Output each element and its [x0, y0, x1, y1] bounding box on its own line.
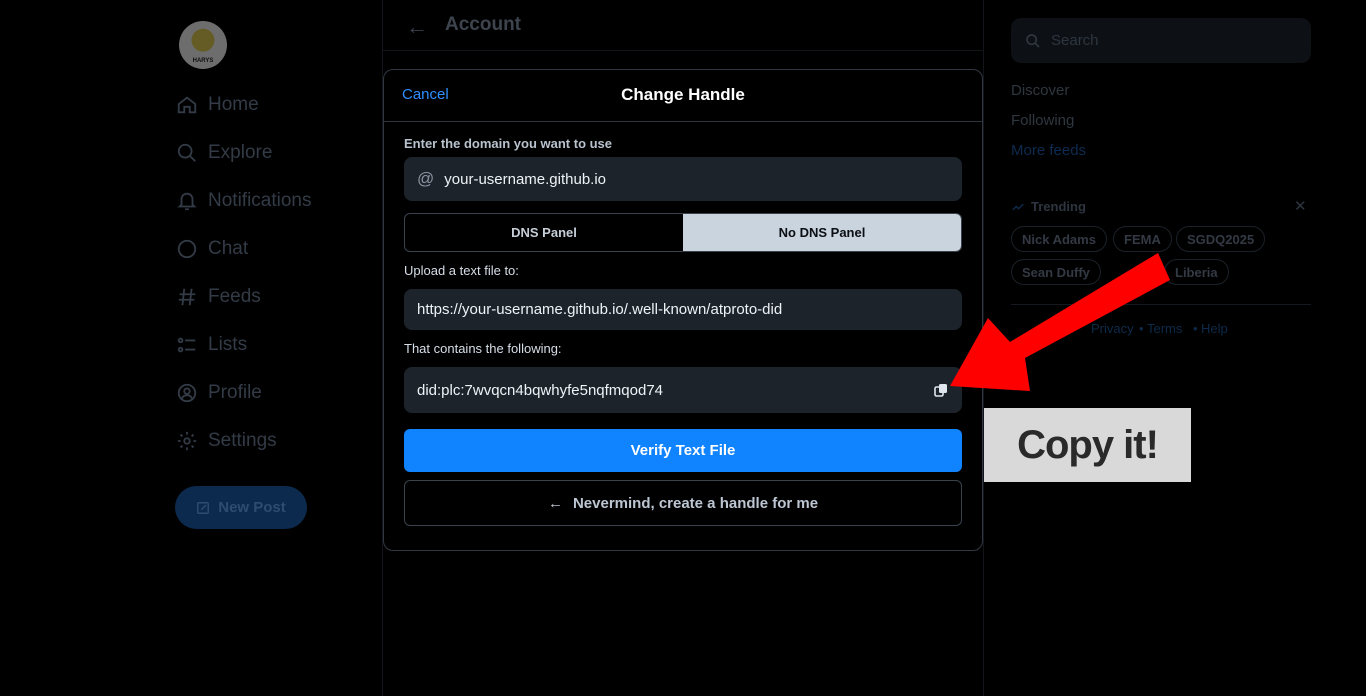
dialog-header: Cancel Change Handle [384, 70, 982, 122]
tab-dns-panel[interactable]: DNS Panel [405, 214, 683, 251]
tab-no-dns-panel[interactable]: No DNS Panel [683, 214, 961, 251]
page-title: Account [445, 14, 521, 35]
sidebar-item-profile[interactable]: Profile [176, 377, 262, 409]
trending-chip[interactable]: FEMA [1113, 226, 1172, 252]
nevermind-label: Nevermind, create a handle for me [572, 494, 819, 512]
list-icon [177, 337, 196, 353]
upload-label: Upload a text file to: [404, 263, 519, 278]
verify-text-file-button[interactable]: Verify Text File [404, 429, 962, 472]
profile-icon [177, 383, 197, 403]
domain-input[interactable]: @ your-username.github.io [404, 157, 962, 201]
change-handle-dialog: Cancel Change Handle Enter the domain yo… [383, 69, 983, 551]
trending-label: Trending [1031, 199, 1086, 214]
gear-icon [177, 431, 197, 451]
sidebar-item-explore[interactable]: Explore [176, 137, 272, 169]
sidebar-item-chat[interactable]: Chat [176, 233, 248, 265]
trending-chip[interactable]: Nick Adams [1011, 226, 1107, 252]
feed-link-following[interactable]: Following [1011, 112, 1074, 129]
callout-box: Copy it! [984, 408, 1191, 482]
domain-label: Enter the domain you want to use [404, 136, 613, 151]
sidebar-item-label: Feeds [208, 286, 261, 307]
at-icon: @ [417, 169, 435, 188]
hash-icon [178, 288, 196, 306]
upload-url-field[interactable]: https://your-username.github.io/.well-kn… [404, 289, 962, 330]
sidebar-item-feeds[interactable]: Feeds [176, 281, 261, 313]
search-input[interactable]: Search [1011, 18, 1311, 63]
dialog-title: Change Handle [621, 85, 745, 104]
chat-icon [177, 239, 197, 259]
avatar[interactable]: HARYS [179, 21, 227, 69]
trending-icon [1012, 203, 1024, 210]
trending-chip[interactable]: SGDQ2025 [1176, 226, 1266, 252]
sidebar-item-label: Explore [208, 142, 273, 163]
nevermind-button[interactable]: ← Nevermind, create a handle for me [404, 480, 962, 526]
did-value-field: did:plc:7wvqcn4bqwhyfe5nqfmqod74 [404, 367, 962, 413]
sidebar-item-label: Settings [208, 430, 277, 451]
account-header: ← Account [383, 0, 983, 51]
sidebar-item-home[interactable]: Home [176, 89, 259, 121]
sidebar-item-lists[interactable]: Lists [176, 329, 247, 361]
arrow-left-icon: ← [547, 494, 563, 512]
bell-icon [177, 192, 197, 211]
did-value: did:plc:7wvqcn4bqwhyfe5nqfmqod74 [417, 381, 663, 399]
footer-separator: • [1193, 321, 1198, 336]
sidebar-item-settings[interactable]: Settings [176, 425, 277, 457]
dns-mode-toggle: DNS Panel No DNS Panel [404, 213, 962, 252]
avatar-text: HARYS [192, 58, 214, 64]
footer-link-help[interactable]: Help [1201, 321, 1228, 336]
sidebar-item-label: Home [208, 94, 259, 115]
arrow-shape [950, 253, 1170, 391]
sidebar-item-label: Chat [208, 238, 249, 259]
upload-url-value: https://your-username.github.io/.well-kn… [417, 301, 783, 318]
sidebar-item-label: Notifications [208, 190, 312, 211]
sidebar-item-label: Lists [208, 334, 248, 355]
callout-text: Copy it! [1017, 422, 1159, 467]
domain-value: your-username.github.io [444, 170, 607, 188]
feed-link-discover[interactable]: Discover [1011, 82, 1069, 99]
new-post-label: New Post [218, 499, 286, 516]
sidebar-item-label: Profile [208, 382, 262, 403]
search-icon [177, 143, 196, 162]
contains-label: That contains the following: [404, 341, 562, 356]
back-arrow-icon[interactable]: ← [406, 14, 428, 40]
new-post-button[interactable]: New Post [175, 486, 307, 529]
edit-icon [197, 501, 210, 514]
search-placeholder: Search [1051, 32, 1099, 49]
sidebar-item-notifications[interactable]: Notifications [176, 185, 312, 217]
red-arrow-annotation [950, 253, 1170, 391]
close-icon[interactable]: ✕ [1294, 197, 1307, 215]
home-icon [177, 96, 197, 114]
search-icon [1026, 33, 1040, 48]
more-feeds-link[interactable]: More feeds [1011, 142, 1086, 159]
trending-header: Trending [1011, 199, 1086, 214]
